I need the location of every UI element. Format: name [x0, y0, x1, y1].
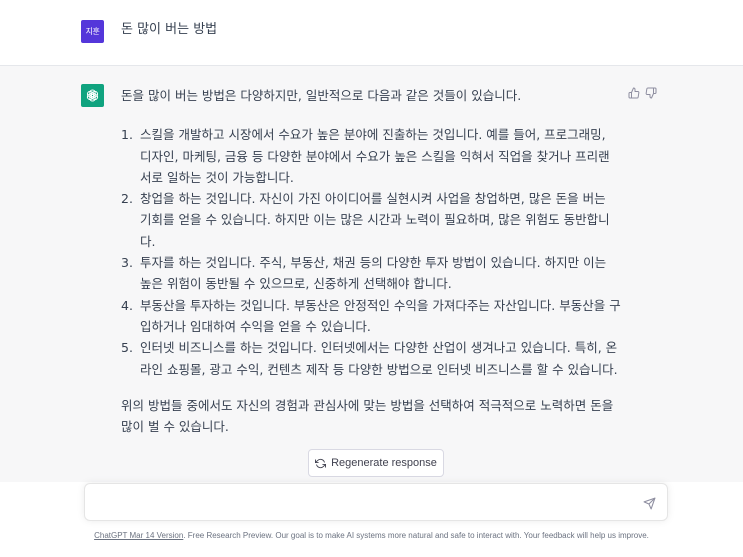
- regenerate-label: Regenerate response: [331, 457, 437, 469]
- version-link[interactable]: ChatGPT Mar 14 Version: [94, 531, 183, 540]
- list-item-number: 1.: [121, 127, 133, 143]
- chatgpt-logo-icon: [81, 84, 104, 107]
- list-item-number: 4.: [121, 297, 133, 313]
- user-message-row: 지훈 돈 많이 버는 방법: [0, 0, 743, 66]
- refresh-icon: [315, 458, 327, 468]
- assistant-message-row: 돈을 많이 버는 방법은 다양하지만, 일반적으로 다음과 같은 것들이 있습니…: [0, 66, 743, 482]
- footer-disclaimer: ChatGPT Mar 14 Version. Free Research Pr…: [0, 531, 743, 540]
- answer-closing: 위의 방법들 중에서도 자신의 경험과 관심사에 맞는 방법을 선택하여 적극적…: [121, 397, 614, 435]
- list-item-text: 인터넷 비즈니스를 하는 것입니다. 인터넷에서는 다양한 산업이 생겨나고 있…: [140, 340, 618, 377]
- message-input-box: [84, 483, 668, 521]
- send-icon[interactable]: [641, 495, 657, 511]
- list-item: 1. 스킬을 개발하고 시장에서 수요가 높은 분야에 진출하는 것입니다. 예를…: [121, 124, 621, 188]
- list-item: 2. 창업을 하는 것입니다. 자신이 가진 아이디어를 실현시켜 사업을 창업하…: [121, 188, 621, 252]
- message-input[interactable]: [97, 493, 627, 513]
- list-item-text: 스킬을 개발하고 시장에서 수요가 높은 분야에 진출하는 것입니다. 예를 들…: [140, 127, 610, 185]
- list-item-text: 창업을 하는 것입니다. 자신이 가진 아이디어를 실현시켜 사업을 창업하면,…: [140, 191, 610, 249]
- list-item-text: 투자를 하는 것입니다. 주식, 부동산, 채권 등의 다양한 투자 방법이 있…: [140, 255, 607, 292]
- user-avatar: 지훈: [81, 20, 104, 43]
- answer-intro: 돈을 많이 버는 방법은 다양하지만, 일반적으로 다음과 같은 것들이 있습니…: [121, 88, 522, 103]
- list-item-number: 3.: [121, 255, 133, 271]
- list-item: 4. 부동산을 투자하는 것입니다. 부동산은 안정적인 수익을 가져다주는 자산…: [121, 295, 621, 338]
- list-item: 5. 인터넷 비즈니스를 하는 것입니다. 인터넷에서는 다양한 산업이 생겨나고…: [121, 337, 621, 380]
- chat-page: 지훈 돈 많이 버는 방법 돈을 많이 버는 방법은 다양하지만, 일반적으로 …: [0, 0, 743, 557]
- feedback-buttons: [627, 86, 657, 99]
- list-item-number: 5.: [121, 340, 133, 356]
- footer-text: . Free Research Preview. Our goal is to …: [183, 531, 649, 540]
- assistant-answer: 돈을 많이 버는 방법은 다양하지만, 일반적으로 다음과 같은 것들이 있습니…: [121, 85, 621, 437]
- answer-list: 1. 스킬을 개발하고 시장에서 수요가 높은 분야에 진출하는 것입니다. 예를…: [121, 124, 621, 380]
- thumbs-down-icon[interactable]: [644, 86, 657, 99]
- list-item-text: 부동산을 투자하는 것입니다. 부동산은 안정적인 수익을 가져다주는 자산입니…: [140, 297, 621, 334]
- regenerate-response-button[interactable]: Regenerate response: [308, 449, 444, 477]
- list-item: 3. 투자를 하는 것입니다. 주식, 부동산, 채권 등의 다양한 투자 방법이…: [121, 252, 621, 295]
- thumbs-up-icon[interactable]: [627, 86, 640, 99]
- list-item-number: 2.: [121, 191, 133, 207]
- user-message-text: 돈 많이 버는 방법: [121, 22, 218, 37]
